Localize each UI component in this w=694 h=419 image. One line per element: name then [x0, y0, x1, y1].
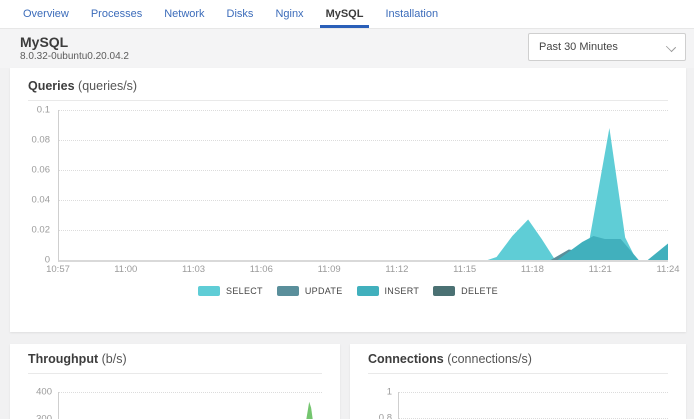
- gridline: [399, 392, 668, 393]
- connections-plot-area: [398, 392, 668, 419]
- mysql-monitoring-page: Overview Processes Network Disks Nginx MySQL I…: [0, 0, 694, 419]
- legend-swatch-icon: [277, 286, 299, 296]
- page-title: MySQL: [20, 34, 68, 50]
- time-range-select[interactable]: Past 30 Minutes: [528, 33, 686, 61]
- throughput-y-tick-300: 300: [28, 414, 52, 419]
- throughput-unit-label: (b/s): [102, 352, 127, 366]
- mysql-version: 8.0.32-0ubuntu0.20.04.2: [20, 51, 129, 62]
- queries-title-text: Queries: [28, 79, 75, 93]
- queries-plot-area: [58, 110, 668, 262]
- throughput-chart-title: Throughput (b/s): [28, 352, 322, 366]
- queries-y-tick: 0.06: [32, 165, 51, 176]
- time-range-value: Past 30 Minutes: [539, 41, 618, 53]
- series-insert: [59, 236, 668, 260]
- series-throughput: [302, 402, 316, 419]
- tab-nginx[interactable]: Nginx: [269, 0, 309, 28]
- connections-y-tick-0-8: 0.8: [368, 413, 392, 419]
- queries-x-tick: 11:00: [114, 264, 137, 275]
- tab-overview[interactable]: Overview: [17, 0, 75, 28]
- connections-unit-label: (connections/s): [447, 352, 532, 366]
- divider: [28, 373, 322, 374]
- queries-unit-label: (queries/s): [78, 79, 137, 93]
- top-nav: Overview Processes Network Disks Nginx MySQL I…: [0, 0, 694, 29]
- legend-label: DELETE: [461, 286, 498, 296]
- throughput-title-text: Throughput: [28, 352, 98, 366]
- connections-y-tick-1: 1: [368, 387, 392, 398]
- connections-chart-title: Connections (connections/s): [368, 352, 668, 366]
- queries-x-tick: 11:12: [385, 264, 408, 275]
- series-select: [59, 128, 668, 260]
- legend-label: UPDATE: [305, 286, 343, 296]
- throughput-y-tick-400: 400: [28, 387, 52, 398]
- queries-x-tick: 10:57: [46, 264, 70, 275]
- tab-mysql[interactable]: MySQL: [320, 0, 370, 28]
- queries-series-svg: [59, 110, 668, 260]
- throughput-chart: 400 300: [28, 381, 322, 419]
- divider: [28, 100, 668, 101]
- legend-swatch-icon: [357, 286, 379, 296]
- legend-item-delete: DELETE: [433, 286, 498, 296]
- page-header: MySQL 8.0.32-0ubuntu0.20.04.2 Past 30 Mi…: [0, 29, 694, 68]
- tab-disks[interactable]: Disks: [221, 0, 260, 28]
- legend-item-insert: INSERT: [357, 286, 420, 296]
- queries-x-axis: 10:5711:0011:0311:0611:0911:1211:1511:18…: [58, 264, 668, 278]
- queries-y-axis: 0.10.080.060.040.020: [28, 110, 54, 260]
- queries-y-tick: 0.08: [32, 135, 51, 146]
- queries-x-tick: 11:09: [318, 264, 341, 275]
- queries-y-tick: 0.04: [32, 195, 51, 206]
- legend-swatch-icon: [433, 286, 455, 296]
- tab-installation[interactable]: Installation: [379, 0, 444, 28]
- queries-y-tick: 0.1: [37, 105, 50, 116]
- throughput-series-svg: [59, 391, 322, 419]
- throughput-plot-area: [58, 392, 322, 419]
- queries-y-tick: 0.02: [32, 225, 51, 236]
- queries-x-tick: 11:06: [250, 264, 273, 275]
- chevron-down-icon: [666, 42, 676, 52]
- queries-x-tick: 11:24: [656, 264, 679, 275]
- legend-label: SELECT: [226, 286, 263, 296]
- legend-swatch-icon: [198, 286, 220, 296]
- divider: [368, 373, 668, 374]
- legend-label: INSERT: [385, 286, 420, 296]
- connections-title-text: Connections: [368, 352, 444, 366]
- tab-network[interactable]: Network: [158, 0, 210, 28]
- queries-legend: SELECT UPDATE INSERT DELETE: [28, 286, 668, 296]
- queries-x-tick: 11:15: [453, 264, 476, 275]
- throughput-card: Throughput (b/s) 400 300: [10, 344, 340, 419]
- legend-item-update: UPDATE: [277, 286, 343, 296]
- connections-chart: 1 0.8: [368, 381, 668, 419]
- legend-item-select: SELECT: [198, 286, 263, 296]
- connections-card: Connections (connections/s) 1 0.8: [350, 344, 686, 419]
- queries-x-tick: 11:03: [182, 264, 205, 275]
- queries-card: Queries (queries/s) 0.10.080.060.040.020…: [10, 68, 686, 332]
- queries-chart-title: Queries (queries/s): [28, 79, 668, 93]
- queries-x-tick: 11:21: [589, 264, 612, 275]
- tab-processes[interactable]: Processes: [85, 0, 148, 28]
- queries-chart: 0.10.080.060.040.020: [28, 110, 668, 260]
- queries-x-tick: 11:18: [521, 264, 544, 275]
